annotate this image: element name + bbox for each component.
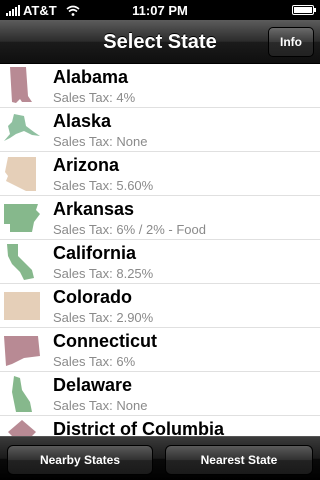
- list-item[interactable]: California Sales Tax: 8.25%: [0, 240, 320, 284]
- state-name: Connecticut: [53, 331, 158, 351]
- sales-tax-label: Sales Tax: None: [53, 134, 148, 149]
- list-item[interactable]: District of Columbia: [0, 416, 320, 436]
- status-time: 11:07 PM: [132, 3, 188, 18]
- nearby-states-button[interactable]: Nearby States: [7, 445, 153, 475]
- status-bar: AT&T 11:07 PM: [0, 0, 320, 20]
- alaska-shape-icon: [4, 114, 40, 141]
- list-item[interactable]: Alaska Sales Tax: None: [0, 108, 320, 152]
- list-item[interactable]: Alabama Sales Tax: 4%: [0, 64, 320, 108]
- info-button[interactable]: Info: [268, 27, 314, 57]
- sales-tax-label: Sales Tax: 6%: [53, 354, 136, 369]
- sales-tax-label: Sales Tax: 5.60%: [53, 178, 154, 193]
- sales-tax-label: Sales Tax: 6% / 2% - Food: [53, 222, 206, 237]
- dc-shape-icon: [8, 420, 36, 436]
- state-list[interactable]: Alabama Sales Tax: 4% Alaska Sales Tax: Non…: [0, 64, 320, 436]
- list-item[interactable]: Arizona Sales Tax: 5.60%: [0, 152, 320, 196]
- arkansas-shape-icon: [4, 204, 40, 232]
- colorado-shape-icon: [4, 292, 40, 320]
- nearest-state-button[interactable]: Nearest State: [165, 445, 313, 475]
- state-name: Alabama: [53, 67, 129, 87]
- list-item[interactable]: Arkansas Sales Tax: 6% / 2% - Food: [0, 196, 320, 240]
- battery-icon: [292, 5, 316, 15]
- california-shape-icon: [7, 244, 34, 280]
- state-name: Alaska: [53, 111, 112, 131]
- state-name: Colorado: [53, 287, 132, 307]
- state-name: California: [53, 243, 137, 263]
- delaware-shape-icon: [12, 376, 32, 412]
- list-item[interactable]: Colorado Sales Tax: 2.90%: [0, 284, 320, 328]
- navigation-bar: Select State Info: [0, 20, 320, 64]
- list-item[interactable]: Connecticut Sales Tax: 6%: [0, 328, 320, 372]
- sales-tax-label: Sales Tax: 8.25%: [53, 266, 154, 281]
- sales-tax-label: Sales Tax: None: [53, 398, 148, 413]
- bottom-toolbar: Nearby States Nearest State: [0, 436, 320, 480]
- state-name: Delaware: [53, 375, 133, 395]
- alabama-shape-icon: [10, 67, 32, 103]
- sales-tax-label: Sales Tax: 4%: [53, 90, 136, 105]
- list-item[interactable]: Delaware Sales Tax: None: [0, 372, 320, 416]
- state-name: District of Columbia: [53, 419, 225, 436]
- arizona-shape-icon: [5, 157, 36, 191]
- sales-tax-label: Sales Tax: 2.90%: [53, 310, 154, 325]
- connecticut-shape-icon: [4, 336, 40, 366]
- state-name: Arizona: [53, 155, 120, 175]
- state-name: Arkansas: [53, 199, 135, 219]
